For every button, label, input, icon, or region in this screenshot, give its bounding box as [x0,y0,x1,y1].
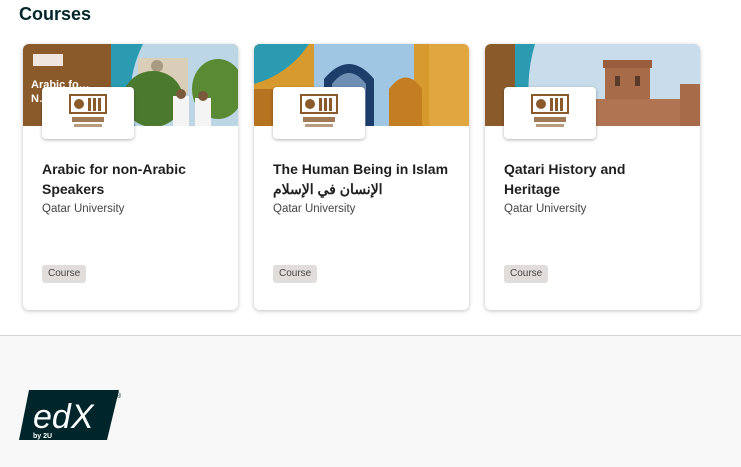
course-badge: Course [42,265,87,283]
section-title: Courses [19,4,92,24]
edx-logo-icon: edX by 2U ® [19,390,122,440]
course-title[interactable]: The Human Being in Islam الإنسان في الإس… [273,159,453,199]
course-title[interactable]: Arabic for non-Arabic Speakers [42,159,222,199]
edx-logo[interactable]: edX by 2U ® [19,388,123,449]
edx-by-2u: by 2U [33,433,52,440]
course-card[interactable]: Qatari History and Heritage Qatar Univer… [485,44,700,310]
org-logo [504,87,596,139]
footer: edX by 2U ® [0,335,741,467]
course-org: Qatar University [273,203,356,215]
course-card[interactable]: The Human Being in Islam الإنسان في الإس… [254,44,469,310]
registered-mark: ® [116,392,122,400]
course-badge: Course [504,265,549,283]
edx-wordmark: edX [33,398,95,436]
qatar-university-logo-icon [69,94,107,127]
course-org: Qatar University [504,203,587,215]
qatar-university-logo-icon [531,94,569,127]
qatar-university-logo-icon [300,94,338,127]
course-badge: Course [273,265,318,283]
course-org: Qatar University [42,203,125,215]
org-logo [273,87,365,139]
course-title[interactable]: Qatari History and Heritage [504,159,684,199]
course-card[interactable]: Arabic fo… N… S… Arabic for non-Arabic S… [23,44,238,310]
org-logo [42,87,134,139]
